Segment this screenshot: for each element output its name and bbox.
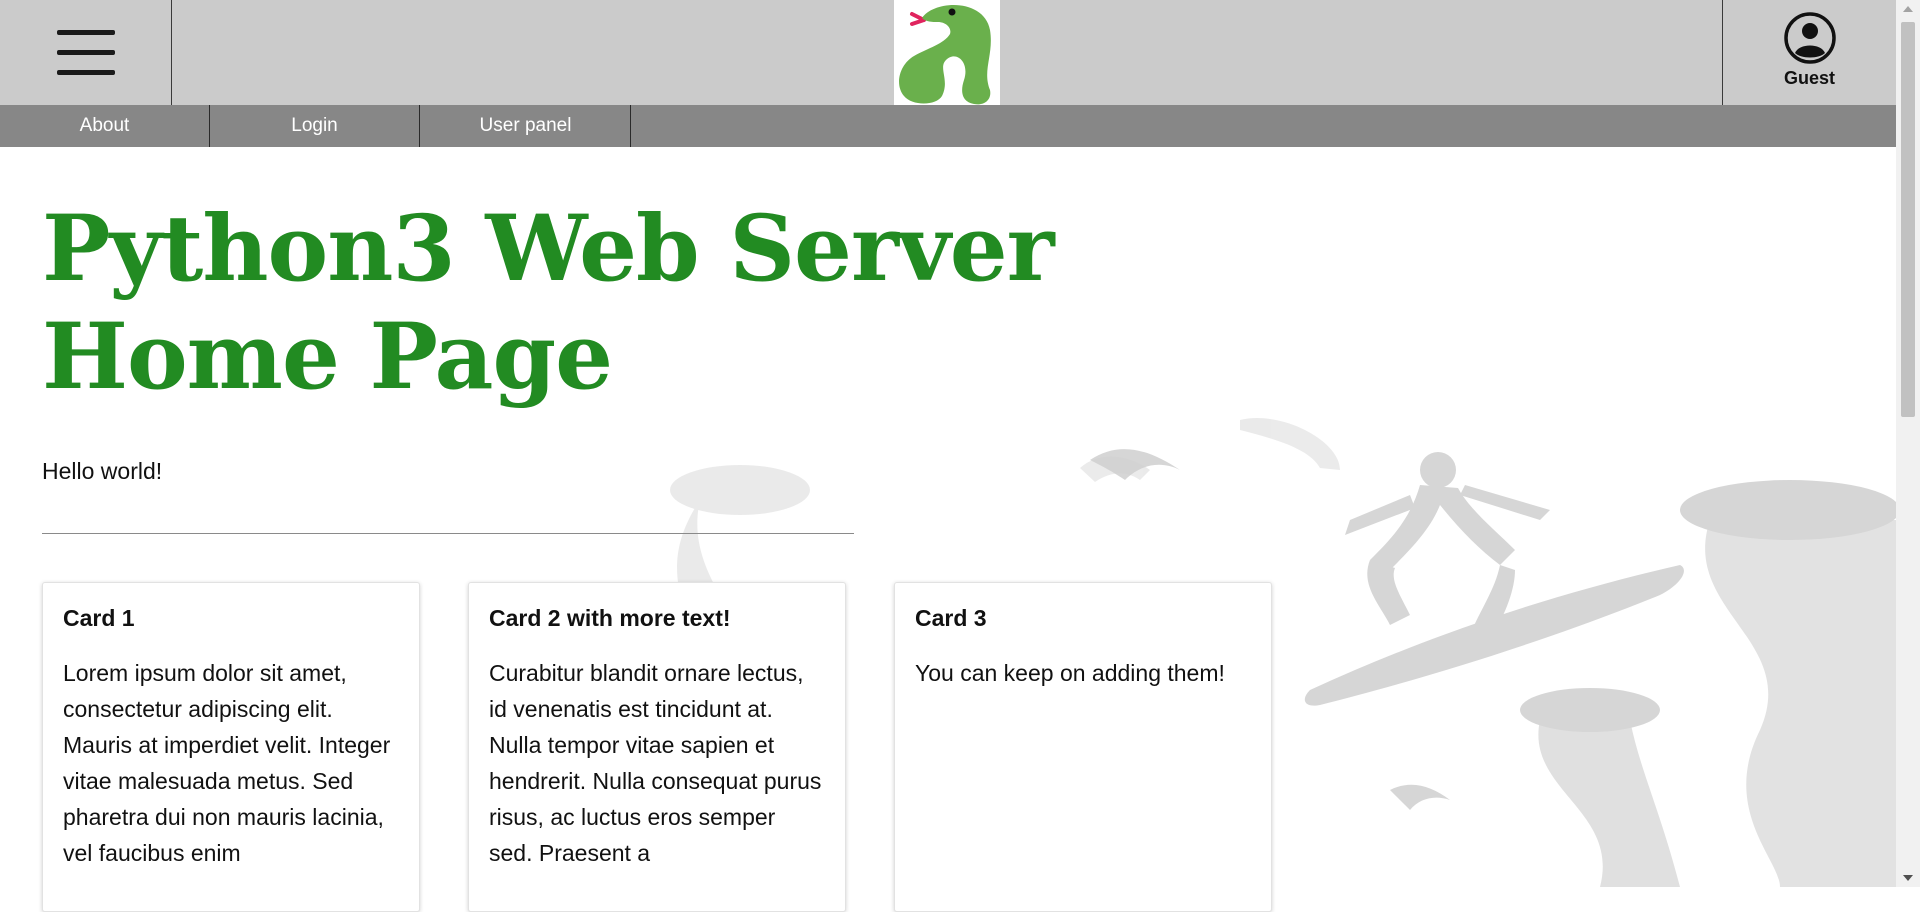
top-header: Guest bbox=[0, 0, 1896, 105]
user-label: Guest bbox=[1783, 68, 1835, 88]
card-title: Card 1 bbox=[63, 605, 135, 631]
page-title: Python3 Web Server Home Page bbox=[42, 195, 1055, 411]
card: Card 1 Lorem ipsum dolor sit amet, conse… bbox=[42, 582, 420, 912]
card-body: Curabitur blandit ornare lectus, id vene… bbox=[489, 660, 822, 866]
page-title-line-1: Python3 Web Server bbox=[42, 196, 1055, 302]
snake-logo-icon bbox=[899, 5, 991, 105]
menu-button[interactable] bbox=[0, 0, 172, 105]
nav-item-about[interactable]: About bbox=[0, 105, 210, 147]
card-body: You can keep on adding them! bbox=[915, 660, 1225, 686]
card-title: Card 2 with more text! bbox=[489, 605, 731, 631]
main-nav: About Login User panel bbox=[0, 105, 1896, 147]
user-circle-icon bbox=[1784, 12, 1836, 64]
nav-item-user-panel[interactable]: User panel bbox=[421, 105, 631, 147]
nav-item-login[interactable]: Login bbox=[210, 105, 420, 147]
greeting-text: Hello world! bbox=[42, 458, 163, 484]
site-logo[interactable] bbox=[894, 0, 1000, 105]
card-title: Card 3 bbox=[915, 605, 987, 631]
card: Card 3 You can keep on adding them! bbox=[894, 582, 1272, 912]
scrollbar-thumb[interactable] bbox=[1901, 22, 1915, 417]
hamburger-menu-icon bbox=[57, 30, 115, 75]
card-body: Lorem ipsum dolor sit amet, consectetur … bbox=[63, 660, 391, 866]
user-account[interactable]: Guest bbox=[1722, 0, 1896, 105]
scroll-up-arrow-icon[interactable] bbox=[1903, 6, 1913, 12]
divider bbox=[42, 533, 854, 534]
card: Card 2 with more text! Curabitur blandit… bbox=[468, 582, 846, 912]
vertical-scrollbar[interactable] bbox=[1896, 0, 1920, 887]
page-title-line-2: Home Page bbox=[42, 304, 613, 410]
scroll-down-arrow-icon[interactable] bbox=[1903, 875, 1913, 881]
